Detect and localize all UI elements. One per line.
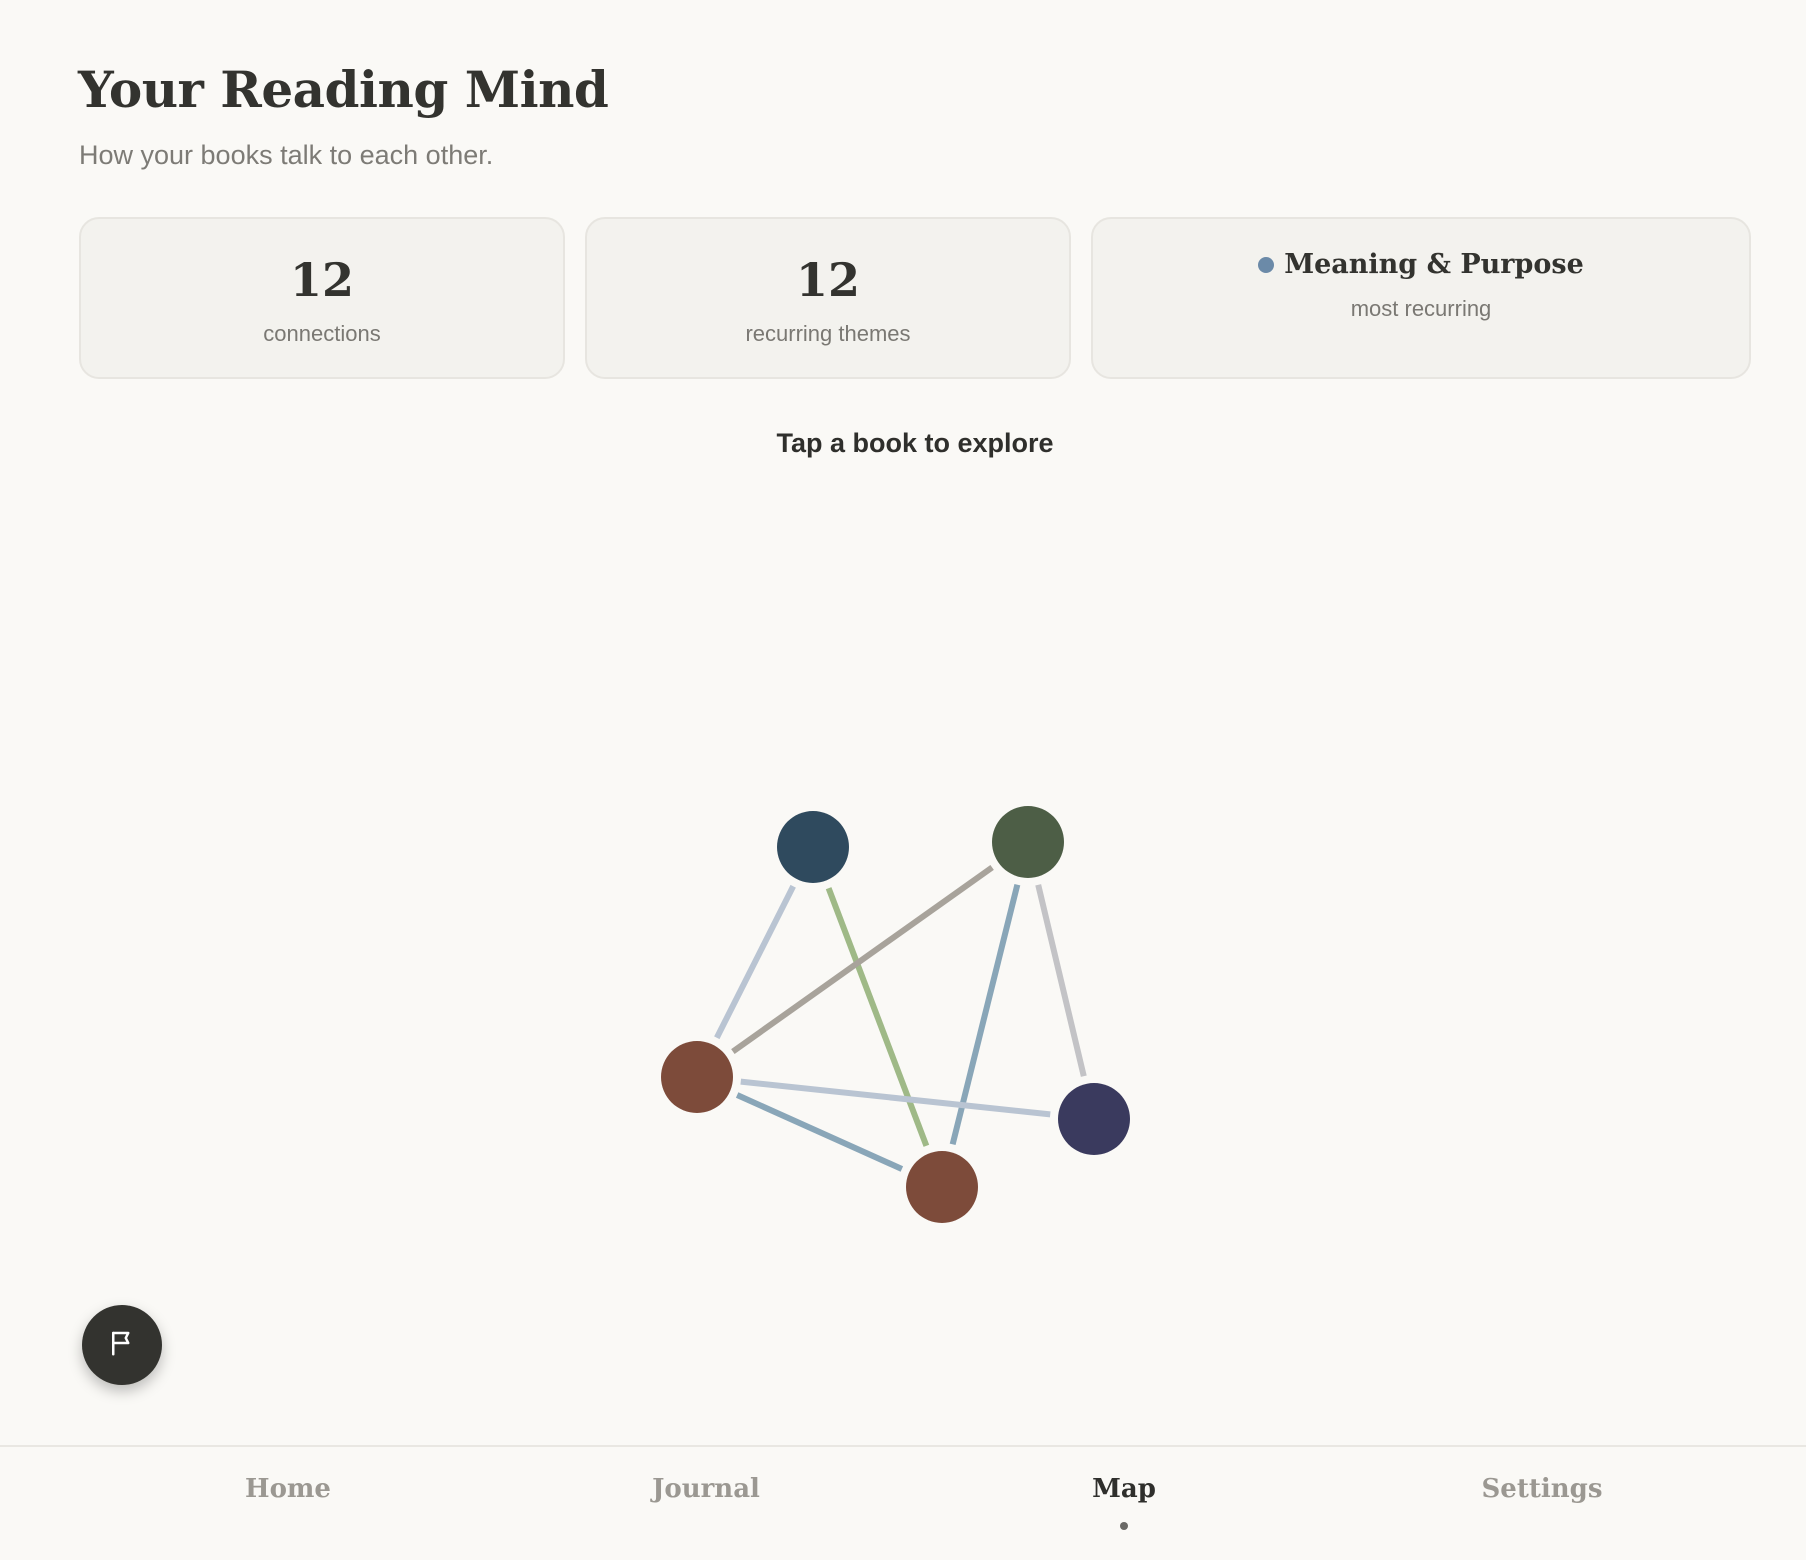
flag-button[interactable] [82,1305,162,1385]
tab-home[interactable]: Home [178,1474,398,1504]
tab-settings-label: Settings [1481,1474,1603,1504]
connection-line [731,865,994,1054]
flag-icon [107,1328,137,1363]
tab-map[interactable]: Map [1014,1474,1234,1530]
connection-line [1035,884,1087,1077]
book-node-5[interactable] [906,1151,978,1223]
book-node-2[interactable] [992,806,1064,878]
book-node-1[interactable] [777,811,849,883]
tab-journal-label: Journal [652,1474,760,1504]
book-node-4[interactable] [1058,1083,1130,1155]
tab-settings[interactable]: Settings [1432,1474,1652,1504]
connection-lines [714,865,1087,1172]
connection-line [740,1078,1051,1118]
bottom-tab-bar: Home Journal Map Settings [0,1445,1806,1560]
book-connection-map [661,806,1130,1223]
tab-home-label: Home [245,1474,331,1504]
tab-map-label: Map [1092,1474,1156,1504]
active-tab-indicator [1120,1522,1128,1530]
book-node-3[interactable] [661,1041,733,1113]
tab-journal[interactable]: Journal [596,1474,816,1504]
connection-line [735,1092,904,1172]
